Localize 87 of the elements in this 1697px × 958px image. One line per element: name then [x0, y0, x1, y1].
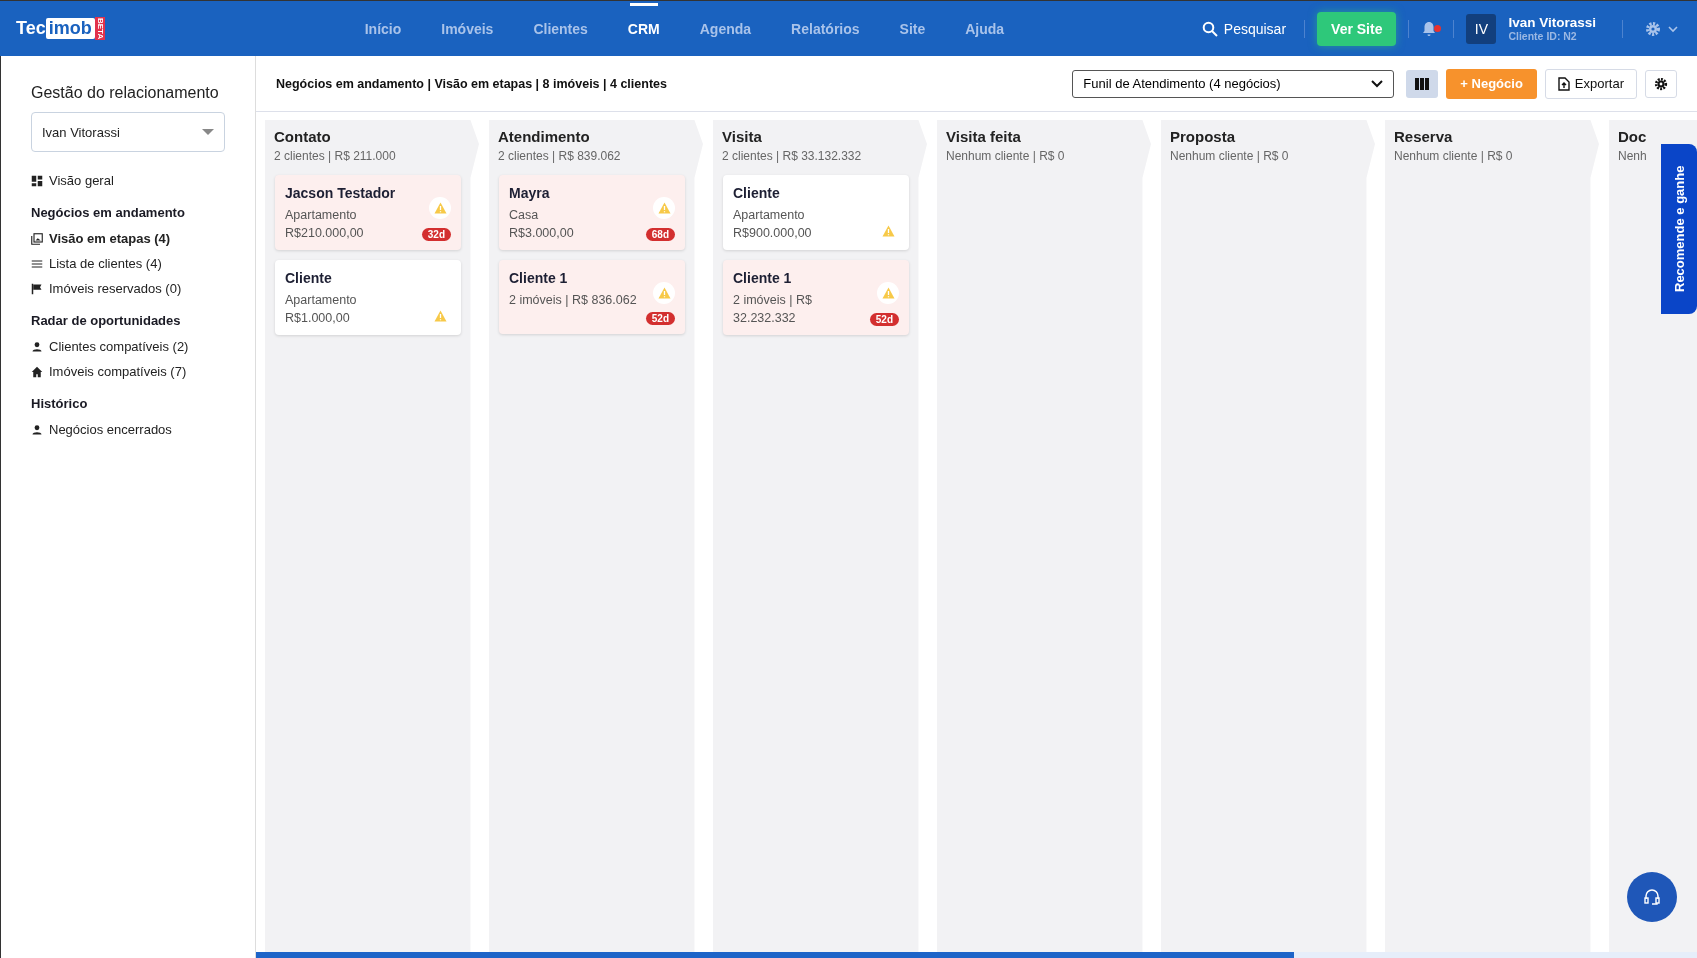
gallery-icon [31, 232, 43, 245]
export-icon [1557, 76, 1570, 91]
person-icon [31, 423, 43, 436]
deal-detail: R$3.000,00 [509, 225, 575, 242]
deal-detail: 32.232.332 [733, 310, 797, 327]
gear-icon [1654, 76, 1668, 91]
sidebar-item[interactable]: Visão em etapas (4) [31, 226, 171, 251]
section-heading: Radar de oportunidades [31, 313, 182, 328]
deal-detail: R$210.000,00 [285, 225, 365, 242]
days-badge: 52d [869, 313, 899, 326]
export-button[interactable]: Exportar [1544, 68, 1637, 99]
deal-detail: R$1.000,00 [285, 310, 351, 327]
deal-card[interactable]: Cliente Apartamento R$900.000,00 [723, 175, 909, 250]
stage-title: Visita [722, 128, 763, 145]
deal-card[interactable]: Cliente Apartamento R$1.000,00 [275, 260, 461, 335]
deal-detail: Apartamento [285, 292, 358, 309]
stage-summary: 2 clientes | R$ 33.132.332 [722, 149, 863, 163]
sidebar-item[interactable]: Clientes compatíveis (2) [31, 334, 189, 359]
stage-summary: 2 clientes | R$ 211.000 [274, 149, 397, 163]
client-name: Mayra [509, 185, 551, 201]
deal-detail: Apartamento [733, 207, 806, 224]
client-id: Cliente ID: N2 [1508, 30, 1578, 42]
flag-icon [31, 282, 43, 295]
stage-summary: Nenhum cliente | R$ 0 [1394, 149, 1514, 163]
stage-title: Atendimento [498, 128, 591, 145]
sidebar-item[interactable]: Lista de clientes (4) [31, 251, 162, 276]
stage-summary: Nenhum cliente | R$ 0 [946, 149, 1066, 163]
search-button[interactable]: Pesquisar [1195, 19, 1293, 38]
funnel-select[interactable]: Funil de Atendimento (4 negócios) [1072, 69, 1395, 98]
client-name: Cliente [285, 270, 333, 286]
sidebar-item[interactable]: Visão geral [31, 168, 114, 193]
days-badge: 52d [645, 312, 675, 325]
deal-detail: 2 imóveis | R$ [733, 292, 813, 309]
nav-tab[interactable]: CRM [607, 2, 680, 55]
stage-summary: 2 clientes | R$ 839.062 [498, 149, 622, 163]
warning-icon [433, 310, 447, 322]
warning-icon [657, 287, 671, 299]
user-avatar[interactable]: IV [1466, 13, 1497, 44]
deal-card[interactable]: Mayra Casa R$3.000,00 68d [499, 175, 685, 250]
columns-icon [1415, 77, 1430, 90]
caret-icon [202, 129, 214, 135]
deal-card[interactable]: Jacson Testador Apartamento R$210.000,00 32d [275, 175, 461, 250]
sidebar-item[interactable]: Imóveis compatíveis (7) [31, 359, 187, 384]
page-summary: Negócios em andamento | Visão em etapas | 8 imóveis | 4 clientes [276, 76, 667, 91]
days-badge: 68d [645, 228, 675, 241]
stage-title: Visita feita [946, 128, 1022, 145]
person-icon [31, 340, 43, 353]
chevron-icon [1371, 79, 1384, 88]
stage-title: Contato [274, 128, 332, 145]
deal-detail: R$900.000,00 [733, 225, 813, 242]
headset-icon [1642, 887, 1662, 907]
warning-icon [881, 287, 895, 299]
warning-icon [881, 225, 895, 237]
logo[interactable]: Tec imob BETA [16, 16, 105, 41]
sidebar-item[interactable]: Negócios encerrados [31, 417, 172, 442]
columns-view-button[interactable] [1406, 69, 1439, 98]
stage-title: Reserva [1394, 128, 1454, 145]
client-name: Cliente 1 [509, 270, 569, 286]
house-icon [31, 365, 43, 378]
user-name: Ivan Vitorassi [1508, 15, 1596, 30]
search-icon [1201, 20, 1218, 37]
deal-detail: Apartamento [285, 207, 358, 224]
settings-button[interactable] [1645, 69, 1677, 98]
settings-icon[interactable] [1645, 19, 1681, 38]
sidebar-item[interactable]: Imóveis reservados (0) [31, 276, 182, 301]
stage-title: Doc [1618, 128, 1648, 145]
deal-card[interactable]: Cliente 1 2 imóveis | R$ 32.232.332 52d [723, 260, 909, 335]
deal-detail: 2 imóveis | R$ 836.062 [509, 292, 638, 309]
warning-icon [657, 202, 671, 214]
warning-icon [433, 202, 447, 214]
section-heading: Histórico [31, 396, 89, 411]
deal-card[interactable]: Cliente 1 2 imóveis | R$ 836.062 52d [499, 260, 685, 334]
sidebar-title: Gestão do relacionamento [31, 84, 220, 102]
client-name: Cliente 1 [733, 270, 793, 286]
stage-summary: Nenh [1618, 149, 1648, 163]
section-heading: Negócios em andamento [31, 205, 186, 220]
deal-detail: Casa [509, 207, 540, 224]
user-select[interactable]: Ivan Vitorassi [31, 112, 225, 152]
bell-icon[interactable] [1421, 20, 1438, 37]
referral-tab[interactable]: Recomende e ganhe [1661, 144, 1697, 314]
stage-title: Proposta [1170, 128, 1236, 145]
stage-summary: Nenhum cliente | R$ 0 [1170, 149, 1290, 163]
days-badge: 32d [421, 228, 451, 241]
client-name: Jacson Testador [285, 185, 397, 201]
list-icon [31, 257, 43, 270]
dashboard-icon [31, 174, 43, 187]
client-name: Cliente [733, 185, 781, 201]
